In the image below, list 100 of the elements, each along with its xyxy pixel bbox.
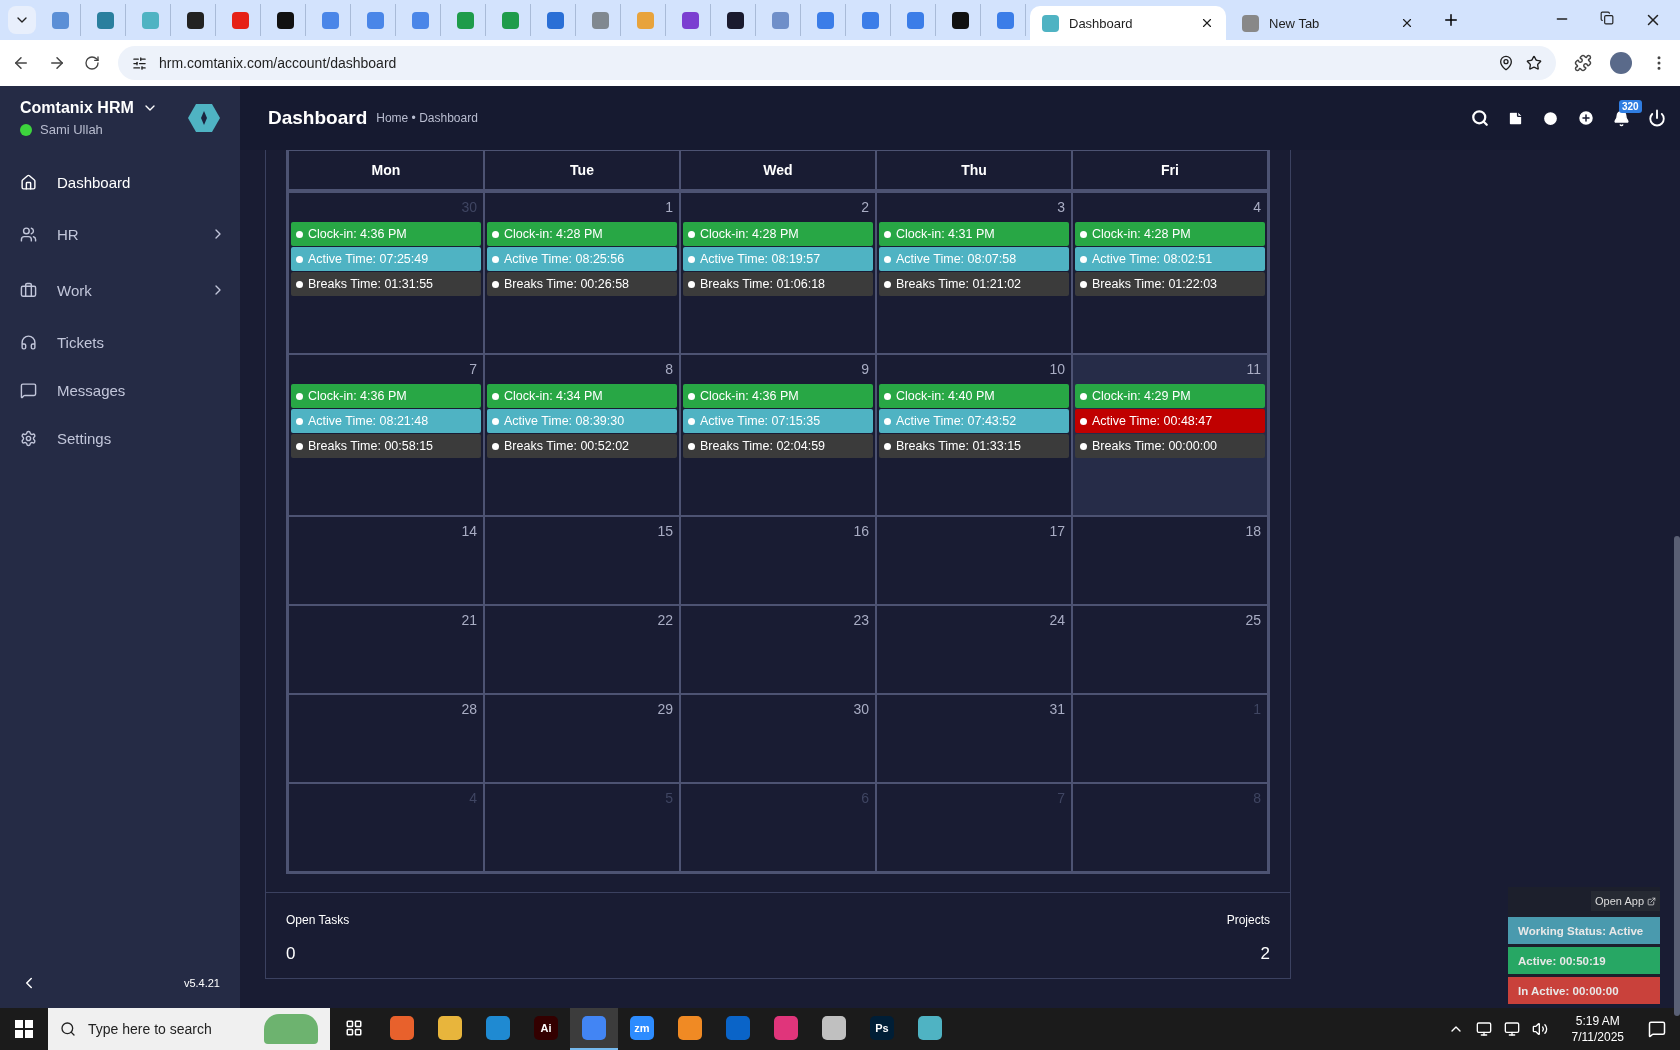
stat-value: 2 bbox=[1260, 944, 1270, 964]
avatar-circle[interactable] bbox=[1610, 52, 1632, 74]
extensions-icon[interactable] bbox=[1574, 54, 1592, 72]
status-bar: Active: 00:50:19 bbox=[1508, 947, 1660, 974]
taskbar-app[interactable]: Ai bbox=[522, 1008, 570, 1050]
date-number: 18 bbox=[1244, 522, 1262, 541]
nav-item[interactable]: HR bbox=[0, 206, 240, 262]
favicon-icon bbox=[1242, 14, 1259, 32]
browser-tab[interactable]: Dashboard bbox=[1030, 6, 1226, 40]
address-bar[interactable]: hrm.comtanix.com/account/dashboard bbox=[118, 46, 1556, 80]
stat-value: 0 bbox=[286, 944, 296, 964]
calendar-event[interactable]: Breaks Time: 00:58:15 bbox=[291, 434, 481, 458]
taskbar-search-field[interactable]: Type here to search bbox=[48, 1008, 330, 1050]
site-info-icon[interactable] bbox=[132, 55, 147, 71]
date-number: 21 bbox=[460, 611, 478, 630]
calendar-event[interactable]: Breaks Time: 00:00:00 bbox=[1075, 434, 1265, 458]
volume-icon[interactable] bbox=[1531, 1021, 1548, 1037]
clock-time[interactable]: 5:19 AM bbox=[1575, 1014, 1620, 1028]
restore-icon[interactable] bbox=[1600, 11, 1614, 25]
date-number: 8 bbox=[664, 360, 674, 379]
calendar-cell[interactable]: 11 Clock-in: 4:29 PM Active Time: 00:48:47 Breaks Time: 00:00:00 bbox=[1072, 354, 1268, 516]
date-number: 28 bbox=[460, 700, 478, 719]
notifications-icon[interactable] bbox=[1648, 1020, 1666, 1038]
stat-label: Projects bbox=[1226, 913, 1270, 927]
date-number: 4 bbox=[1252, 198, 1262, 217]
nav-item[interactable]: Work bbox=[0, 262, 240, 318]
nav-item[interactable]: Messages bbox=[0, 366, 240, 414]
calendar-cell[interactable]: 17 bbox=[876, 516, 1072, 605]
calendar-event[interactable]: Breaks Time: 02:04:59 bbox=[683, 434, 873, 458]
taskbar-app[interactable]: Ps bbox=[858, 1008, 906, 1050]
date-number: 7 bbox=[468, 360, 478, 379]
calendar-cell[interactable]: 31 bbox=[876, 694, 1072, 783]
reload-icon[interactable] bbox=[84, 55, 100, 71]
display-icon[interactable] bbox=[1475, 1021, 1492, 1037]
calendar-cell[interactable]: 4 Clock-in: 4:28 PM Active Time: 08:02:51 Breaks Time: 01:22:03 bbox=[1072, 192, 1268, 354]
back-icon[interactable] bbox=[12, 54, 30, 72]
calendar-event[interactable]: Breaks Time: 01:33:15 bbox=[879, 434, 1069, 458]
headset-icon bbox=[20, 333, 37, 351]
add-icon[interactable] bbox=[1577, 109, 1595, 127]
calendar-cell[interactable]: 23 bbox=[680, 605, 876, 694]
calendar-event[interactable]: Breaks Time: 01:21:02 bbox=[879, 272, 1069, 296]
forward-icon[interactable] bbox=[48, 54, 66, 72]
power-icon[interactable] bbox=[1648, 109, 1666, 127]
calendar-cell[interactable]: 9 Clock-in: 4:36 PM Active Time: 07:15:35 Breaks Time: 02:04:59 bbox=[680, 354, 876, 516]
nav-item[interactable]: Dashboard bbox=[0, 158, 240, 206]
calendar-event[interactable]: Breaks Time: 00:26:58 bbox=[487, 272, 677, 296]
date-number: 16 bbox=[852, 522, 870, 541]
date-number: 29 bbox=[656, 700, 674, 719]
location-icon[interactable] bbox=[1498, 55, 1514, 71]
date-number: 9 bbox=[860, 360, 870, 379]
calendar-event[interactable]: Active Time: 00:48:47 bbox=[1075, 409, 1265, 433]
clock-date[interactable]: 7/11/2025 bbox=[1571, 1030, 1624, 1044]
calendar-cell[interactable]: 24 bbox=[876, 605, 1072, 694]
browser-tab[interactable]: New Tab bbox=[1230, 6, 1426, 40]
open-app-button[interactable]: Open App bbox=[1591, 891, 1660, 911]
calendar-cell[interactable]: 1 Clock-in: 4:28 PM Active Time: 08:25:56 Breaks Time: 00:26:58 bbox=[484, 192, 680, 354]
calendar-event[interactable]: Breaks Time: 01:06:18 bbox=[683, 272, 873, 296]
tab-search-button[interactable] bbox=[8, 6, 36, 34]
user-name: Sami Ullah bbox=[40, 122, 103, 137]
calendar-cell[interactable]: 22 bbox=[484, 605, 680, 694]
calendar-cell[interactable]: 25 bbox=[1072, 605, 1268, 694]
logo-icon bbox=[188, 103, 220, 133]
calendar-cell[interactable]: 10 Clock-in: 4:40 PM Active Time: 07:43:52 Breaks Time: 01:33:15 bbox=[876, 354, 1072, 516]
taskbar-app[interactable] bbox=[570, 1008, 618, 1050]
calendar-cell[interactable]: 15 bbox=[484, 516, 680, 605]
external-link-icon bbox=[1647, 896, 1656, 906]
nav-item[interactable]: Tickets bbox=[0, 318, 240, 366]
calendar-event[interactable]: Breaks Time: 01:31:55 bbox=[291, 272, 481, 296]
calendar-event[interactable]: Breaks Time: 00:52:02 bbox=[487, 434, 677, 458]
date-number: 3 bbox=[1056, 198, 1066, 217]
date-number: 15 bbox=[656, 522, 674, 541]
calendar-cell[interactable]: 14 bbox=[288, 516, 484, 605]
calendar-cell[interactable]: 2 Clock-in: 4:28 PM Active Time: 08:19:57 Breaks Time: 01:06:18 bbox=[680, 192, 876, 354]
note-icon[interactable] bbox=[1507, 109, 1524, 127]
app-icon: zm bbox=[630, 1016, 654, 1040]
date-number: 10 bbox=[1048, 360, 1066, 379]
calendar-cell[interactable]: 18 bbox=[1072, 516, 1268, 605]
message-icon bbox=[20, 381, 37, 399]
date-number: 23 bbox=[852, 611, 870, 630]
status-bar: In Active: 00:00:00 bbox=[1508, 977, 1660, 1004]
calendar-cell[interactable]: 8 Clock-in: 4:34 PM Active Time: 08:39:30 Breaks Time: 00:52:02 bbox=[484, 354, 680, 516]
bell-icon[interactable] bbox=[1613, 109, 1630, 127]
calendar-cell[interactable]: 7 Clock-in: 4:36 PM Active Time: 08:21:48 Breaks Time: 00:58:15 bbox=[288, 354, 484, 516]
close-icon[interactable] bbox=[1200, 16, 1214, 30]
calendar-cell[interactable]: 16 bbox=[680, 516, 876, 605]
close-icon[interactable] bbox=[1400, 16, 1414, 30]
search-icon[interactable] bbox=[1471, 109, 1489, 127]
calendar-event[interactable]: Breaks Time: 01:22:03 bbox=[1075, 272, 1265, 296]
date-number: 22 bbox=[656, 611, 674, 630]
calendar-cell[interactable]: 29 bbox=[484, 694, 680, 783]
calendar-cell[interactable]: 28 bbox=[288, 694, 484, 783]
globe-picture bbox=[264, 1014, 318, 1044]
calendar-cell[interactable]: 21 bbox=[288, 605, 484, 694]
calendar-cell[interactable]: 3 Clock-in: 4:31 PM Active Time: 08:07:58 Breaks Time: 01:21:02 bbox=[876, 192, 1072, 354]
calendar-cell[interactable]: 30 bbox=[680, 694, 876, 783]
page-title: Dashboard bbox=[268, 107, 368, 129]
new-tab-icon[interactable] bbox=[1442, 11, 1460, 29]
bookmark-star-icon[interactable] bbox=[1526, 55, 1542, 71]
date-number: 31 bbox=[1048, 700, 1066, 719]
nav-item[interactable]: Settings bbox=[0, 414, 240, 462]
